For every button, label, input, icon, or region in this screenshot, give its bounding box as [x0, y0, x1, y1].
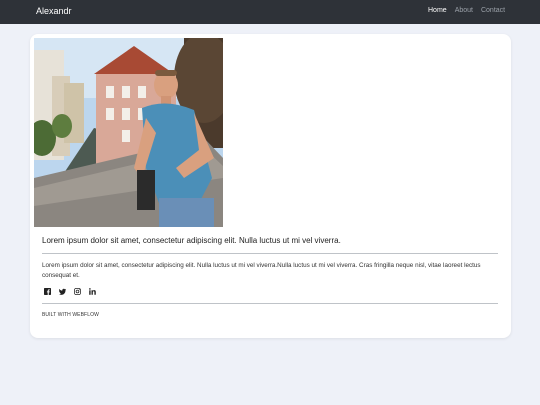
- top-navbar: Alexandr Home About Contact: [0, 0, 540, 24]
- nav-links: Home About Contact: [428, 7, 513, 14]
- social-links: [44, 288, 104, 295]
- headline-text: Lorem ipsum dolor sit amet, consectetur …: [42, 236, 341, 245]
- twitter-icon[interactable]: [59, 288, 66, 295]
- content-card: Lorem ipsum dolor sit amet, consectetur …: [30, 34, 511, 338]
- footer-credit: BUILT WITH WEBFLOW: [42, 312, 99, 318]
- divider: [42, 303, 498, 304]
- profile-photo: [34, 38, 223, 227]
- nav-link-about[interactable]: About: [455, 7, 473, 14]
- body-paragraph: Lorem ipsum dolor sit amet, consectetur …: [42, 262, 481, 279]
- facebook-icon[interactable]: [44, 288, 51, 295]
- nav-link-home[interactable]: Home: [428, 7, 447, 14]
- brand-link[interactable]: Alexandr: [36, 6, 72, 16]
- linkedin-icon[interactable]: [89, 288, 96, 295]
- instagram-icon[interactable]: [74, 288, 81, 295]
- divider: [42, 253, 498, 254]
- nav-link-contact[interactable]: Contact: [481, 7, 505, 14]
